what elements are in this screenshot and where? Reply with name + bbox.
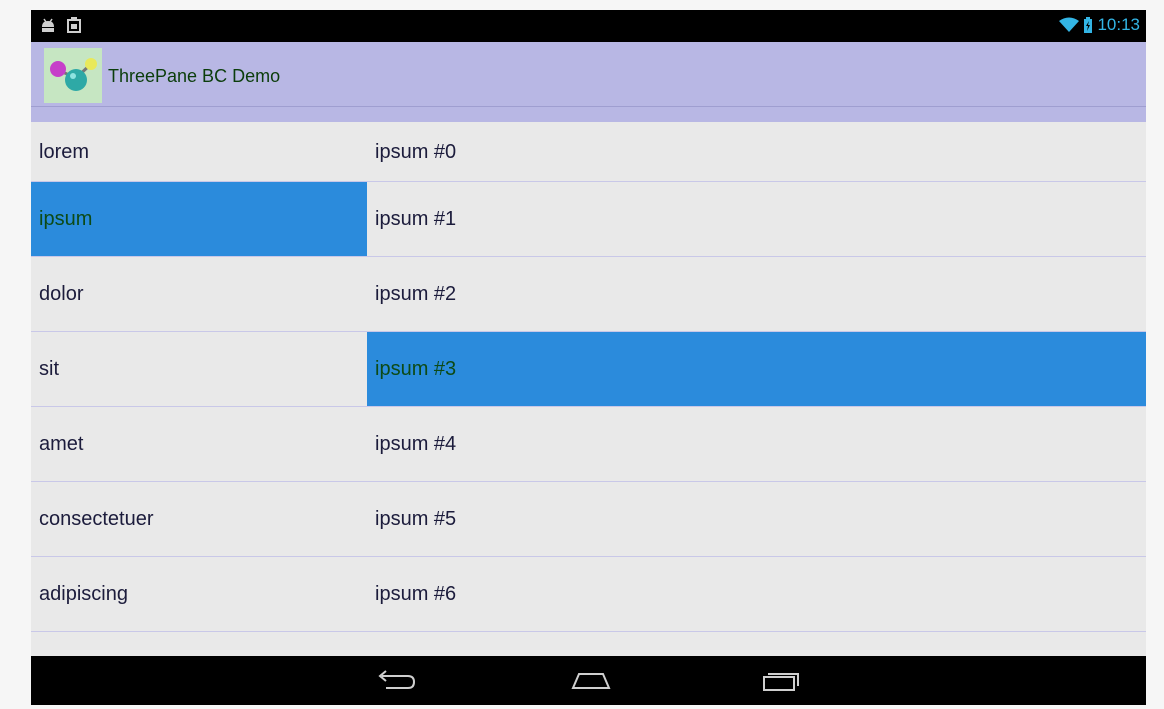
battery-icon (1084, 17, 1093, 33)
list-row: lorem ipsum #0 (31, 123, 1146, 182)
navigation-bar (31, 656, 1146, 705)
home-icon[interactable] (569, 668, 613, 694)
list-row: adipiscing ipsum #6 (31, 557, 1146, 632)
right-pane-item[interactable]: ipsum #1 (367, 182, 1146, 256)
right-pane-item[interactable]: ipsum #6 (367, 557, 1146, 631)
app-title: ThreePane BC Demo (108, 66, 281, 86)
left-pane-item[interactable]: adipiscing (31, 557, 367, 631)
left-pane-item[interactable]: dolor (31, 257, 367, 331)
back-icon[interactable] (374, 668, 418, 694)
status-bar: 10:13 (31, 10, 1146, 42)
device-screen: 10:13 ThreePane BC Demo lorem ipsum #0 i… (31, 10, 1146, 705)
left-pane-item-selected[interactable]: ipsum (31, 182, 367, 256)
left-pane-item[interactable]: sit (31, 332, 367, 406)
action-bar: ThreePane BC Demo (31, 42, 1146, 107)
status-time: 10:13 (1097, 15, 1140, 34)
status-right-area: 10:13 (1059, 15, 1140, 35)
right-pane-item[interactable]: ipsum #2 (367, 257, 1146, 331)
wifi-icon (1059, 17, 1080, 32)
recents-icon[interactable] (758, 668, 802, 694)
right-pane-item[interactable]: ipsum #4 (367, 407, 1146, 481)
status-left-icons (39, 16, 83, 34)
list-row: consectetuer ipsum #5 (31, 482, 1146, 557)
list-row: sit ipsum #3 (31, 332, 1146, 407)
list-row: ipsum ipsum #1 (31, 182, 1146, 257)
left-pane-item[interactable]: lorem (31, 123, 367, 181)
right-pane-item[interactable]: ipsum #0 (367, 123, 1146, 181)
three-pane-list: lorem ipsum #0 ipsum ipsum #1 dolor ipsu… (31, 123, 1146, 632)
notification-icon (67, 17, 81, 33)
right-pane-item-selected[interactable]: ipsum #3 (367, 332, 1146, 406)
action-bar-extension (31, 107, 1146, 122)
list-row: dolor ipsum #2 (31, 257, 1146, 332)
list-row: amet ipsum #4 (31, 407, 1146, 482)
left-pane-item[interactable]: amet (31, 407, 367, 481)
right-pane-item[interactable]: ipsum #5 (367, 482, 1146, 556)
android-debug-icon (42, 18, 54, 32)
left-pane-item[interactable]: consectetuer (31, 482, 367, 556)
molecule-app-icon[interactable] (44, 48, 102, 103)
